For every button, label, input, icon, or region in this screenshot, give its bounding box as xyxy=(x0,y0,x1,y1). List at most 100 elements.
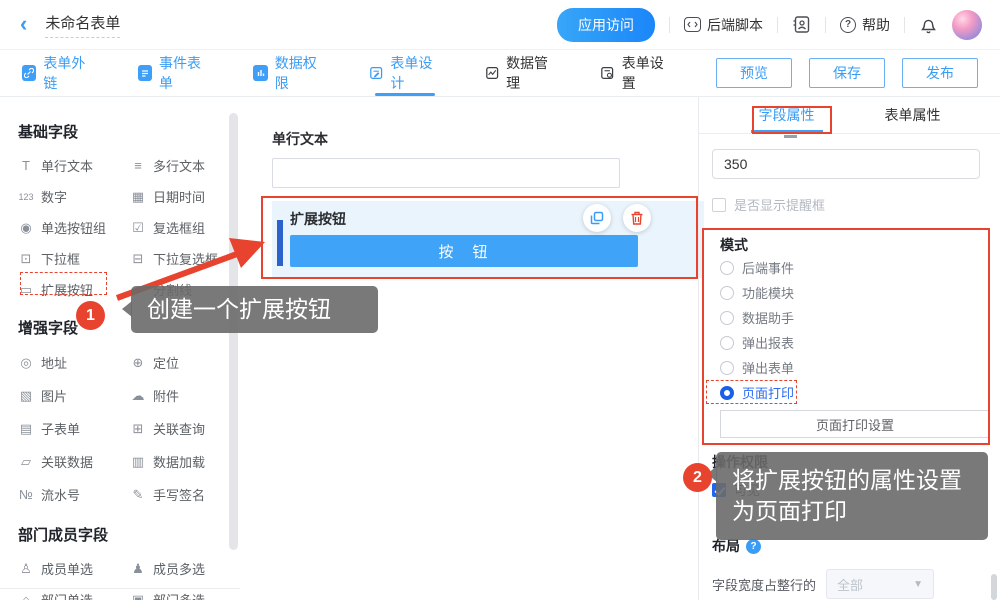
app-access-button[interactable]: 应用访问 xyxy=(557,8,655,42)
mode-option-function-module[interactable]: 功能模块 xyxy=(720,280,972,305)
divider xyxy=(669,17,670,33)
tab-data-management[interactable]: 数据管理 xyxy=(485,50,557,96)
field-item-dept-single[interactable]: ⌂部门单选 xyxy=(18,590,130,600)
delete-field-button[interactable] xyxy=(623,204,651,232)
single-line-text-icon: T xyxy=(18,158,34,173)
field-item-image[interactable]: ▧图片 xyxy=(18,386,130,405)
visible-checkbox[interactable] xyxy=(712,483,726,497)
single-line-text-input[interactable] xyxy=(272,158,620,188)
divider-line-icon: ╌ xyxy=(130,282,146,298)
linked-data-icon: ▱ xyxy=(18,454,34,470)
tab-toolbar: 表单外链 事件表单 数据权限 表单设计 xyxy=(0,50,1000,97)
field-item-dropdown[interactable]: ⊡下拉框 xyxy=(18,249,130,268)
field-item-member-multi[interactable]: ♟成员多选 xyxy=(130,559,240,578)
tab-form-design[interactable]: 表单设计 xyxy=(369,50,441,96)
field-item-multi-line-text[interactable]: ≡多行文本 xyxy=(130,156,240,175)
field-item-number[interactable]: 123数字 xyxy=(18,187,130,206)
layout-help-icon[interactable]: ? xyxy=(746,539,761,554)
contacts-button[interactable] xyxy=(792,15,811,34)
divider xyxy=(904,17,905,33)
tab-form-properties[interactable]: 表单属性 xyxy=(879,97,947,133)
mode-option-popup-form[interactable]: 弹出表单 xyxy=(720,355,972,380)
field-item-linked-data[interactable]: ▱关联数据 xyxy=(18,452,130,471)
show-reminder-checkbox[interactable] xyxy=(712,198,726,212)
dropdown-icon: ⊡ xyxy=(18,251,34,267)
divider xyxy=(0,588,240,589)
image-icon: ▧ xyxy=(18,388,34,404)
bar-chart-icon xyxy=(253,65,267,81)
tab-data-permission[interactable]: 数据权限 xyxy=(253,50,325,96)
radio-icon xyxy=(720,336,734,350)
section-title-enhanced-fields: 增强字段 xyxy=(18,317,248,338)
field-item-single-line-text[interactable]: T单行文本 xyxy=(18,156,130,175)
location-icon: ⊕ xyxy=(130,355,146,371)
address-icon: ◎ xyxy=(18,355,34,371)
mode-option-popup-report[interactable]: 弹出报表 xyxy=(720,330,972,355)
field-item-location[interactable]: ⊕定位 xyxy=(130,353,240,372)
extension-button-preview[interactable]: 按 钮 xyxy=(290,235,638,267)
signature-icon: ✎ xyxy=(130,487,146,503)
field-item-dropdown-multi[interactable]: ⊟下拉复选框 xyxy=(130,249,240,268)
field-width-select[interactable]: 全部 ▼ xyxy=(826,569,934,599)
extension-button-icon: ▭ xyxy=(18,282,34,298)
field-item-divider-line[interactable]: ╌分割线 xyxy=(130,280,240,299)
selected-extension-button-field[interactable]: 扩展按钮 按 钮 xyxy=(272,201,704,278)
mode-section: 模式 后端事件 功能模块 数据助手 弹出报表 弹出表单 页面打印 页面打印设置 xyxy=(712,227,980,443)
layout-title: 布局 xyxy=(712,536,740,556)
field-item-serial-number[interactable]: №流水号 xyxy=(18,485,130,504)
radio-icon xyxy=(720,261,734,275)
serial-number-icon: № xyxy=(18,487,34,502)
field-item-radio-group[interactable]: ◉单选按钮组 xyxy=(18,218,130,237)
attachment-icon: ☁ xyxy=(130,388,146,404)
tab-field-properties[interactable]: 字段属性 xyxy=(753,97,821,133)
field-item-address[interactable]: ◎地址 xyxy=(18,353,130,372)
backend-script-button[interactable]: 后端脚本 xyxy=(684,15,763,35)
tab-form-settings[interactable]: 表单设置 xyxy=(600,50,672,96)
panel-scrollbar[interactable] xyxy=(991,574,997,600)
member-multi-icon: ♟ xyxy=(130,561,146,577)
back-icon[interactable]: ‹ xyxy=(20,13,27,35)
radio-group-icon: ◉ xyxy=(18,220,34,236)
field-item-member-single[interactable]: ♙成员单选 xyxy=(18,559,130,578)
data-load-icon: ▥ xyxy=(130,454,146,470)
checkbox-group-icon: ☑ xyxy=(130,220,146,236)
mode-option-page-print[interactable]: 页面打印 xyxy=(720,380,972,405)
clipped-scrolled-content xyxy=(784,135,797,138)
publish-button[interactable]: 发布 xyxy=(902,58,978,88)
sidebar-scrollbar[interactable] xyxy=(229,113,238,550)
field-item-linked-query[interactable]: ⊞关联查询 xyxy=(130,419,240,438)
field-item-checkbox-group[interactable]: ☑复选框组 xyxy=(130,218,240,237)
copy-field-button[interactable] xyxy=(583,204,611,232)
linked-query-icon: ⊞ xyxy=(130,421,146,437)
multi-line-text-icon: ≡ xyxy=(130,158,146,173)
section-title-basic-fields: 基础字段 xyxy=(18,121,248,142)
radio-selected-icon xyxy=(720,386,734,400)
page-print-settings-button[interactable]: 页面打印设置 xyxy=(720,410,990,438)
tab-form-external-link[interactable]: 表单外链 xyxy=(22,50,94,96)
form-title[interactable]: 未命名表单 xyxy=(45,12,120,38)
field-item-subform[interactable]: ▤子表单 xyxy=(18,419,130,438)
help-button[interactable]: ? 帮助 xyxy=(840,15,890,35)
field-item-extension-button[interactable]: ▭扩展按钮 xyxy=(18,280,130,299)
field-palette-sidebar: 基础字段 T单行文本 ≡多行文本 123数字 ▦日期时间 ◉单选按钮组 ☑复选框… xyxy=(0,97,248,600)
text-field-label: 单行文本 xyxy=(272,129,698,149)
dropdown-multi-icon: ⊟ xyxy=(130,251,146,267)
field-item-signature[interactable]: ✎手写签名 xyxy=(130,485,240,504)
save-button[interactable]: 保存 xyxy=(809,58,885,88)
trash-icon xyxy=(630,211,644,226)
mode-option-data-assistant[interactable]: 数据助手 xyxy=(720,305,972,330)
radio-icon xyxy=(720,311,734,325)
mode-option-backend-event[interactable]: 后端事件 xyxy=(720,255,972,280)
dept-multi-icon: ▣ xyxy=(130,592,146,600)
field-item-data-load[interactable]: ▥数据加载 xyxy=(130,452,240,471)
field-item-attachment[interactable]: ☁附件 xyxy=(130,386,240,405)
bell-icon[interactable] xyxy=(919,15,938,35)
field-item-datetime[interactable]: ▦日期时间 xyxy=(130,187,240,206)
preview-button[interactable]: 预览 xyxy=(716,58,792,88)
field-item-dept-multi[interactable]: ▣部门多选 xyxy=(130,590,240,600)
user-avatar[interactable] xyxy=(952,10,982,40)
operation-permission-title: 操作权限 xyxy=(712,452,980,472)
width-value-input[interactable] xyxy=(712,149,980,179)
tab-event-form[interactable]: 事件表单 xyxy=(138,50,210,96)
form-settings-icon xyxy=(600,65,614,81)
